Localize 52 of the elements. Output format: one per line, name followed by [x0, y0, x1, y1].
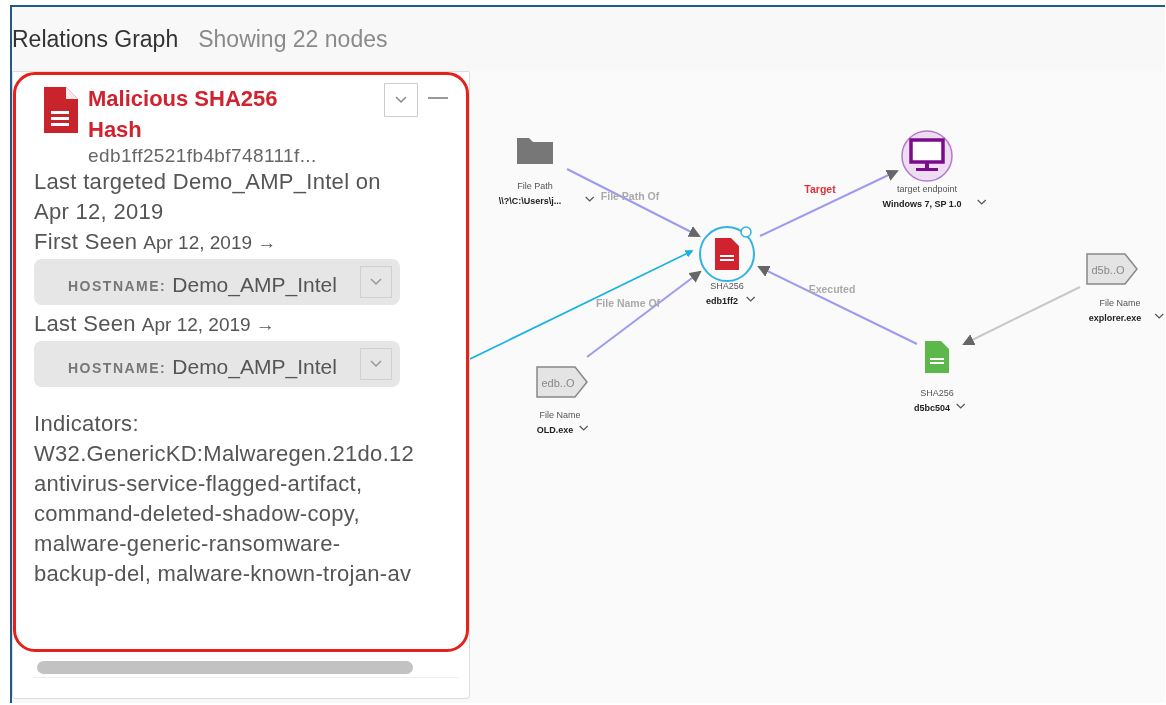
node-type: SHA256 [710, 281, 744, 291]
seen-label: First Seen [34, 228, 138, 256]
node-value: d5bc504 [914, 403, 950, 413]
seen-date-link[interactable]: Apr 12, 2019 → [143, 232, 277, 254]
edge-label: Target [804, 183, 836, 195]
chevron-icon[interactable] [579, 425, 589, 431]
node-value: edb1ff2 [706, 296, 738, 306]
hostname-key: HOSTNAME: [68, 278, 167, 294]
chevron-icon[interactable] [956, 403, 966, 409]
tag-text: edb..O [541, 377, 575, 389]
node-value: \\?\C:\Users\j... [498, 196, 562, 206]
chevron-icon [370, 278, 382, 286]
panel-title: Relations Graph [12, 25, 179, 53]
monitor-icon[interactable] [901, 130, 953, 182]
seen-label: Last Seen [34, 310, 136, 338]
edge-label: Executed [808, 283, 856, 295]
chevron-icon[interactable] [1154, 313, 1164, 319]
file-node[interactable] [925, 341, 949, 373]
edge-label: File Name Of [595, 297, 661, 309]
node-type: File Name [1099, 298, 1141, 308]
chevron-icon [395, 96, 407, 104]
node-value: Windows 7, SP 1.0 [882, 199, 962, 209]
chevron-icon [370, 360, 382, 368]
tag-icon[interactable] [1086, 253, 1138, 285]
hostname-field[interactable]: HOSTNAME: Demo_AMP_Intel [34, 341, 400, 387]
seen-date-link[interactable]: Apr 12, 2019 → [141, 314, 275, 336]
selected-file-node[interactable] [699, 226, 755, 282]
hash-value: edb1ff2521fb4bf748111f... [88, 145, 318, 167]
hostname-value: Demo_AMP_Intel [172, 273, 337, 297]
tag-icon[interactable] [536, 366, 588, 398]
node-count: Showing 22 nodes [198, 25, 388, 53]
chevron-icon[interactable] [977, 199, 987, 205]
hostname-value: Demo_AMP_Intel [172, 355, 337, 379]
edge-label: File Path Of [600, 190, 660, 202]
chevron-icon[interactable] [585, 196, 595, 202]
tag-text: d5b..O [1091, 264, 1125, 276]
hostname-field[interactable]: HOSTNAME: Demo_AMP_Intel [34, 259, 400, 305]
node-type: target endpoint [897, 184, 957, 194]
node-type: File Path [517, 181, 553, 191]
threat-title: Malicious SHA256 Hash [88, 85, 279, 144]
node-type: SHA256 [920, 388, 954, 398]
indicators-label: Indicators: [34, 410, 140, 438]
node-value: OLD.exe [536, 425, 574, 435]
document-icon [44, 87, 78, 133]
indicators-list: W32.GenericKD:Malwaregen.21do.12 antivirus-service-flagged-artifact, command-deleted-shadow-copy, malware-generic-ransomware-backup-del, malware-known-trojan-av [34, 439, 416, 589]
chevron-icon[interactable] [746, 296, 756, 302]
node-type: File Name [539, 410, 581, 420]
node-value: explorer.exe [1088, 313, 1142, 323]
hostname-key: HOSTNAME: [68, 360, 167, 376]
scrollbar[interactable] [37, 661, 413, 674]
summary-text: Last targeted Demo_AMP_Intel on Apr 12, 2019 [34, 168, 382, 226]
folder-icon[interactable] [517, 138, 553, 164]
